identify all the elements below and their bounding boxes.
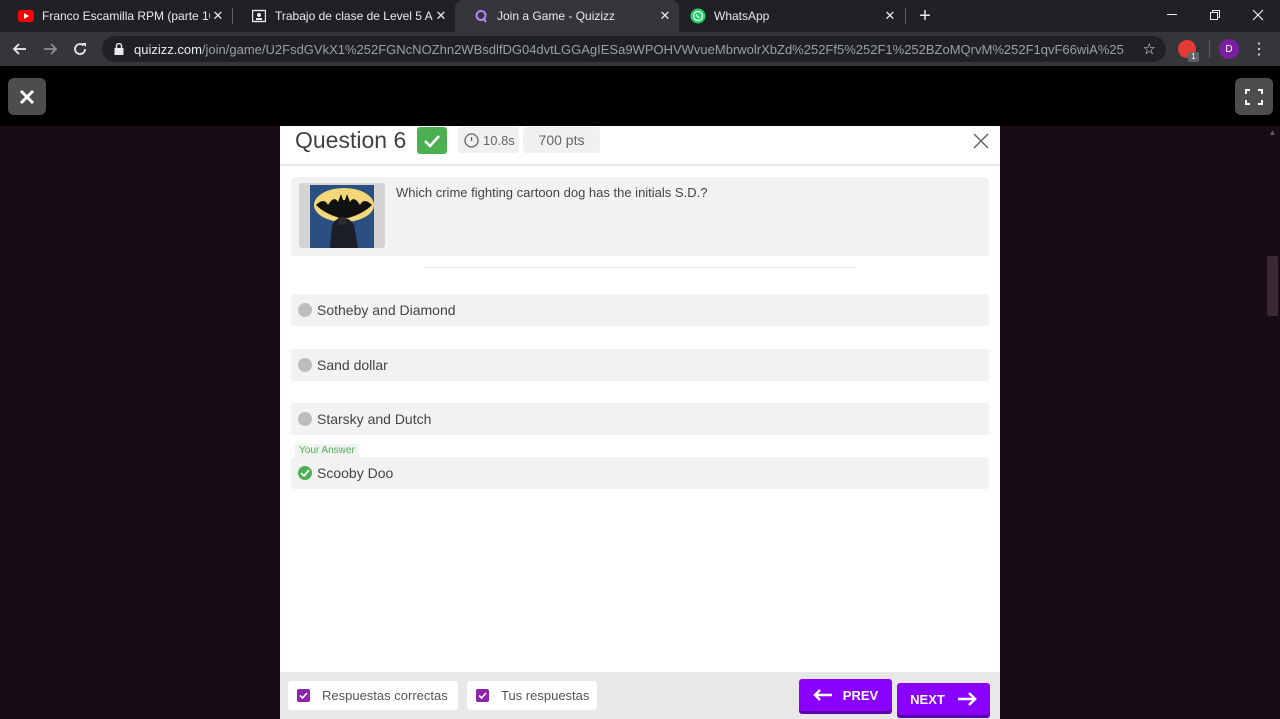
tab-title: Trabajo de clase de Level 5 A	[275, 9, 433, 23]
lock-icon	[114, 42, 126, 56]
url-host: quizizz.com	[134, 41, 202, 57]
scroll-up-icon[interactable]: ▲	[1267, 128, 1278, 138]
browser-tabstrip: Franco Escamilla RPM (parte 10) ✕ Trabaj…	[0, 0, 1280, 32]
tab-close-icon[interactable]: ✕	[433, 8, 449, 24]
classroom-icon	[251, 8, 267, 24]
filter-label: Respuestas correctas	[322, 688, 448, 703]
new-tab-button[interactable]: +	[914, 0, 936, 32]
scrollbar-thumb[interactable]	[1267, 256, 1278, 316]
tab-separator	[905, 8, 906, 24]
tab-title: Franco Escamilla RPM (parte 10)	[42, 9, 210, 23]
youtube-icon	[18, 8, 34, 24]
tab-whatsapp[interactable]: WhatsApp ✕	[680, 0, 904, 32]
points-badge: 700 pts	[523, 127, 600, 153]
time-value: 10.8s	[483, 132, 515, 148]
window-close-button[interactable]	[1236, 0, 1280, 30]
answer-option[interactable]: Starsky and Dutch	[291, 403, 989, 435]
minimize-button[interactable]	[1150, 0, 1194, 30]
clock-icon	[464, 132, 479, 148]
option-dot-icon	[298, 358, 312, 372]
question-image[interactable]	[310, 185, 374, 248]
question-image-frame	[299, 183, 385, 248]
prev-button[interactable]: PREV	[799, 679, 892, 711]
fullscreen-button[interactable]	[1235, 78, 1273, 115]
correct-check-icon	[298, 466, 312, 480]
quizizz-icon	[473, 8, 489, 24]
answer-option-selected[interactable]: Scooby Doo	[291, 457, 989, 489]
url-path: /join/game/U2FsdGVkX1%252FGNcNOZhn2WBsdl…	[201, 41, 1124, 57]
option-text: Scooby Doo	[317, 465, 394, 481]
reload-icon[interactable]	[68, 37, 92, 61]
page-scrollbar[interactable]	[1265, 126, 1280, 719]
correct-check-icon	[417, 127, 447, 154]
bookmark-star-icon[interactable]: ☆	[1143, 40, 1156, 58]
option-dot-icon	[298, 303, 312, 317]
filter-correct-answers[interactable]: Respuestas correctas	[288, 681, 458, 710]
profile-avatar[interactable]: D	[1219, 39, 1239, 59]
back-arrow-icon[interactable]	[8, 37, 32, 61]
option-text: Sotheby and Diamond	[317, 302, 456, 318]
fullscreen-icon	[1245, 88, 1263, 105]
option-dot-icon	[298, 412, 312, 426]
tab-classroom[interactable]: Trabajo de clase de Level 5 A ✕	[233, 0, 455, 32]
divider	[424, 267, 856, 268]
panel-header: Question 6 10.8s 700 pts	[280, 126, 1000, 166]
next-button[interactable]: NEXT	[897, 683, 990, 715]
answer-option[interactable]: Sand dollar	[291, 349, 989, 381]
menu-kebab-icon[interactable]: ⋮	[1251, 38, 1267, 60]
your-answer-label: Your Answer	[295, 444, 359, 458]
forward-arrow-icon[interactable]	[38, 37, 62, 61]
url-text: quizizz.com/join/game/U2FsdGVkX1%252FGNc…	[134, 42, 1124, 57]
next-label: NEXT	[910, 691, 945, 707]
panel-footer: Respuestas correctas Tus respuestas PREV…	[280, 672, 1000, 719]
answer-option[interactable]: Sotheby and Diamond	[291, 294, 989, 326]
arrow-left-icon	[813, 689, 832, 701]
checkbox-checked-icon[interactable]	[297, 689, 310, 702]
address-bar[interactable]: quizizz.com/join/game/U2FsdGVkX1%252FGNc…	[102, 36, 1166, 62]
prev-label: PREV	[842, 687, 879, 703]
question-text: Which crime fighting cartoon dog has the…	[396, 185, 708, 200]
time-badge: 10.8s	[458, 127, 519, 153]
filter-your-answers[interactable]: Tus respuestas	[467, 681, 597, 710]
option-text: Sand dollar	[317, 357, 388, 373]
question-title: Question 6	[295, 127, 407, 153]
tab-close-icon[interactable]: ✕	[210, 8, 226, 24]
question-review-panel: Question 6 10.8s 700 pts Which crime fig…	[280, 126, 1000, 719]
filter-label: Tus respuestas	[501, 688, 590, 703]
tab-quizizz[interactable]: Join a Game - Quizizz ✕	[455, 0, 679, 32]
checkbox-checked-icon[interactable]	[476, 689, 489, 702]
tab-title: Join a Game - Quizizz	[497, 9, 616, 23]
option-text: Starsky and Dutch	[317, 411, 432, 427]
whatsapp-icon	[690, 8, 706, 24]
restore-button[interactable]	[1193, 0, 1237, 30]
quiz-topbar	[0, 66, 1280, 126]
close-icon	[19, 89, 35, 104]
extension-badge: 1	[1188, 52, 1199, 62]
tab-youtube[interactable]: Franco Escamilla RPM (parte 10) ✕	[0, 0, 232, 32]
tab-close-icon[interactable]: ✕	[882, 8, 898, 24]
arrow-right-icon	[957, 692, 977, 706]
toolbar-divider	[1209, 40, 1210, 58]
tab-close-icon[interactable]: ✕	[657, 8, 673, 24]
tab-title: WhatsApp	[714, 9, 770, 23]
close-icon[interactable]	[970, 130, 992, 152]
question-card: Which crime fighting cartoon dog has the…	[291, 177, 989, 256]
exit-button[interactable]	[8, 78, 46, 115]
